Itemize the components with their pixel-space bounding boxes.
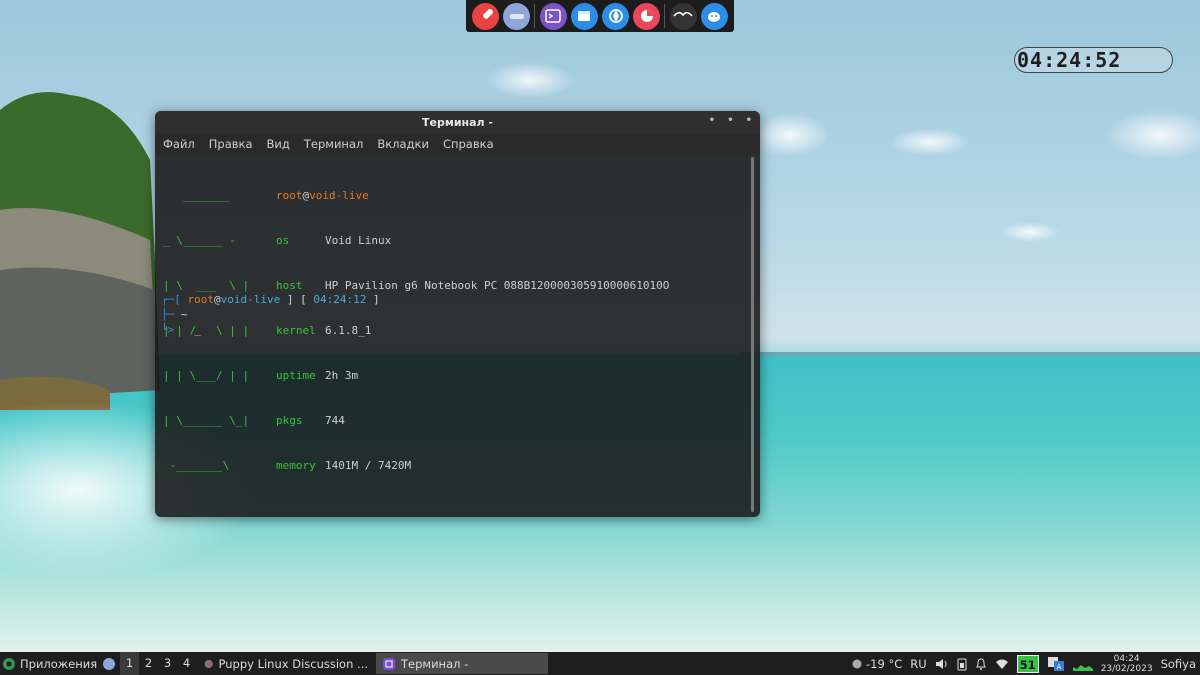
moon-icon	[852, 659, 862, 668]
notifications-icon[interactable]	[975, 657, 987, 671]
info-value: Void Linux	[325, 234, 392, 247]
applications-label: Приложения	[20, 656, 98, 671]
cursor: _	[194, 323, 201, 336]
menu-view[interactable]: Вид	[267, 137, 290, 151]
applications-menu[interactable]: Приложения	[0, 657, 98, 671]
terminal-output[interactable]: _______ _ \______ - | \ ___ \ | | | / \ …	[155, 155, 760, 517]
prompt-time: 04:24:12	[313, 293, 367, 306]
workspace-1[interactable]: 1	[120, 652, 139, 675]
rocket-launcher-icon[interactable]	[472, 2, 500, 30]
web-browser-icon[interactable]	[602, 2, 630, 30]
keyboard-layout[interactable]: RU	[910, 657, 926, 671]
media-player-icon[interactable]	[669, 2, 697, 30]
terminal-scrollbar[interactable]	[751, 157, 754, 512]
terminal-app-icon[interactable]	[539, 2, 567, 30]
prompt-user: root	[187, 293, 215, 306]
battery-level[interactable]: 51	[1016, 654, 1039, 673]
terminal-window[interactable]: Терминал - • • • Файл Правка Вид Термина…	[155, 111, 760, 517]
window-title: Терминал -	[421, 115, 493, 129]
taskbar-date: 23/02/2023	[1100, 663, 1153, 674]
window-titlebar[interactable]: Терминал - • • •	[155, 111, 760, 133]
terminal-task-icon	[383, 657, 395, 670]
info-value: 744	[325, 414, 345, 427]
void-logo-icon	[3, 657, 15, 670]
close-button[interactable]: •	[746, 115, 752, 126]
user-name[interactable]: Sofiya	[1161, 657, 1196, 671]
logo-line: | | \___/ | |	[163, 369, 250, 382]
logo-line: | \______ \_|	[163, 414, 250, 427]
dock-separator	[534, 4, 536, 28]
logo-line: _______	[163, 189, 230, 202]
menu-edit[interactable]: Правка	[209, 137, 253, 151]
file-manager-icon[interactable]	[570, 2, 598, 30]
datetime[interactable]: 04:24 23/02/2023	[1101, 654, 1153, 674]
menu-terminal[interactable]: Терминал	[304, 137, 363, 151]
dock-separator	[664, 4, 666, 28]
info-value: 2h 3m	[325, 369, 359, 382]
shell-prompt: ┌─[ root@void-live ] [ 04:24:12 ] ├─ ~ └> …	[161, 293, 380, 336]
info-key: pkgs	[276, 414, 303, 427]
app-dock	[466, 0, 734, 32]
desktop-horizon	[740, 352, 1200, 356]
menu-tabs[interactable]: Вкладки	[377, 137, 429, 151]
desktop-cliff	[0, 92, 160, 410]
info-host: void-live	[309, 189, 369, 202]
wifi-icon[interactable]	[995, 658, 1009, 670]
system-tray: -19 °C RU 51 A 04:24 23/02/2023 Sofiya	[852, 652, 1200, 675]
info-key: os	[276, 234, 290, 247]
drive-icon[interactable]	[503, 2, 531, 30]
prompt-cwd: ~	[180, 308, 188, 321]
minimize-button[interactable]: •	[709, 115, 715, 126]
menu-file[interactable]: Файл	[163, 137, 195, 151]
terminal-menubar: Файл Правка Вид Терминал Вкладки Справка	[155, 133, 760, 155]
workspace-4[interactable]: 4	[177, 652, 196, 675]
cpu-graph-icon[interactable]	[1072, 657, 1093, 671]
desktop-switcher-icon[interactable]	[102, 657, 116, 671]
translator-icon[interactable]: A	[1047, 656, 1065, 672]
workspace-2[interactable]: 2	[139, 652, 158, 675]
svg-text:A: A	[1056, 663, 1061, 671]
info-value: 1401M / 7420M	[325, 459, 412, 472]
pie-chart-app-icon[interactable]	[633, 2, 661, 30]
puppy-icon[interactable]	[700, 2, 728, 30]
info-key: uptime	[276, 369, 316, 382]
taskbar: Приложения 1 2 3 4 Y Puppy Linux Discuss…	[0, 652, 1200, 675]
volume-icon[interactable]	[935, 658, 949, 670]
svg-text:Y: Y	[206, 661, 211, 668]
info-user: root	[276, 189, 303, 202]
task-label: Терминал -	[401, 656, 469, 671]
task-label: Puppy Linux Discussion ...	[218, 656, 369, 671]
weather-temp: -19 °C	[866, 656, 903, 671]
desktop-clock: 04:24:52	[1014, 47, 1173, 73]
info-key: memory	[276, 459, 316, 472]
weather-widget[interactable]: -19 °C	[852, 657, 902, 671]
workspace-switcher: 1 2 3 4	[120, 652, 196, 675]
power-manager-icon[interactable]	[957, 657, 967, 671]
logo-line: -_______\	[163, 459, 230, 472]
task-browser[interactable]: Y Puppy Linux Discussion ...	[198, 653, 374, 674]
browser-y-icon: Y	[204, 659, 213, 668]
logo-line: _ \______ -	[163, 234, 236, 247]
maximize-button[interactable]: •	[727, 115, 733, 126]
workspace-3[interactable]: 3	[158, 652, 177, 675]
taskbar-time: 04:24	[1113, 653, 1140, 664]
task-terminal[interactable]: Терминал -	[376, 653, 548, 674]
prompt-host: void-live	[220, 293, 281, 306]
menu-help[interactable]: Справка	[443, 137, 494, 151]
